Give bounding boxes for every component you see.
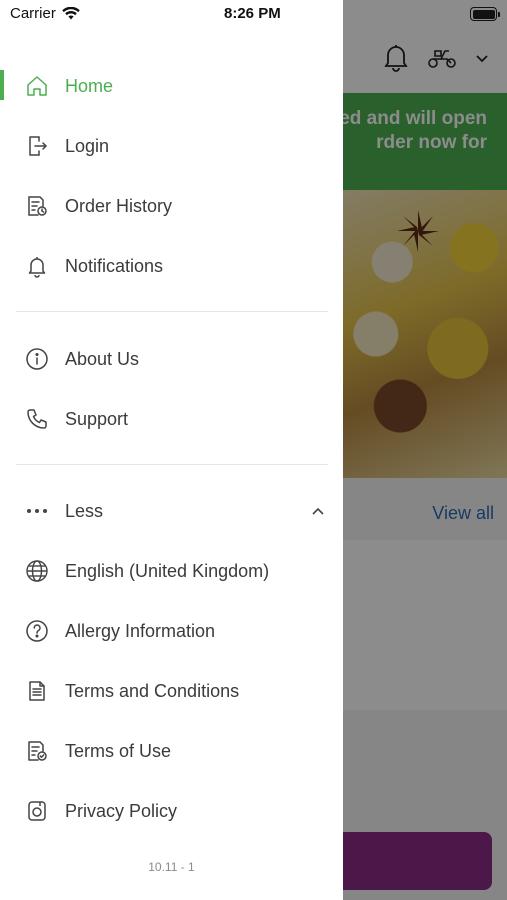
wifi-icon — [62, 7, 80, 20]
menu-item-label: Home — [65, 75, 114, 96]
more-toggle-label: Less — [65, 500, 104, 521]
home-icon — [24, 73, 50, 99]
document-check-icon — [24, 738, 50, 764]
status-bar: Carrier 8:26 PM — [0, 0, 507, 30]
side-drawer: Home Login Order History Notifications A… — [0, 0, 343, 900]
globe-icon — [24, 558, 50, 584]
clock: 8:26 PM — [224, 5, 281, 22]
menu-item-label: Order History — [65, 195, 173, 216]
menu-item-order-history[interactable]: Order History — [0, 183, 343, 229]
info-icon — [24, 346, 50, 372]
question-icon — [24, 618, 50, 644]
menu-item-label: Support — [65, 408, 129, 429]
order-history-icon — [24, 193, 50, 219]
menu-item-language[interactable]: English (United Kingdom) — [0, 548, 343, 594]
menu-item-label: English (United Kingdom) — [65, 560, 270, 581]
menu-item-notifications[interactable]: Notifications — [0, 243, 343, 289]
menu-item-label: Terms of Use — [65, 740, 172, 761]
more-toggle[interactable]: Less — [0, 488, 343, 534]
bell-icon — [24, 253, 50, 279]
menu-item-allergy-information[interactable]: Allergy Information — [0, 608, 343, 654]
carrier-label: Carrier — [10, 5, 56, 22]
menu-item-label: Allergy Information — [65, 620, 216, 641]
menu-item-support[interactable]: Support — [0, 396, 343, 442]
divider — [16, 311, 328, 312]
menu-item-terms-and-conditions[interactable]: Terms and Conditions — [0, 668, 343, 714]
menu-item-privacy-policy[interactable]: Privacy Policy — [0, 788, 343, 834]
menu-item-label: About Us — [65, 348, 140, 369]
menu-item-label: Terms and Conditions — [65, 680, 240, 701]
menu-item-label: Privacy Policy — [65, 800, 178, 821]
login-icon — [24, 133, 50, 159]
menu-item-home[interactable]: Home — [0, 63, 343, 109]
phone-icon — [24, 406, 50, 432]
menu-item-label: Notifications — [65, 255, 164, 276]
chevron-up-icon — [312, 507, 324, 515]
menu-item-login[interactable]: Login — [0, 123, 343, 169]
menu-item-label: Login — [65, 135, 110, 156]
privacy-icon — [24, 798, 50, 824]
document-icon — [24, 678, 50, 704]
app-version: 10.11 - 1 — [148, 860, 195, 874]
battery-icon — [470, 7, 500, 21]
menu-item-about-us[interactable]: About Us — [0, 336, 343, 382]
more-dots-icon — [24, 498, 50, 524]
divider — [16, 464, 328, 465]
menu-item-terms-of-use[interactable]: Terms of Use — [0, 728, 343, 774]
